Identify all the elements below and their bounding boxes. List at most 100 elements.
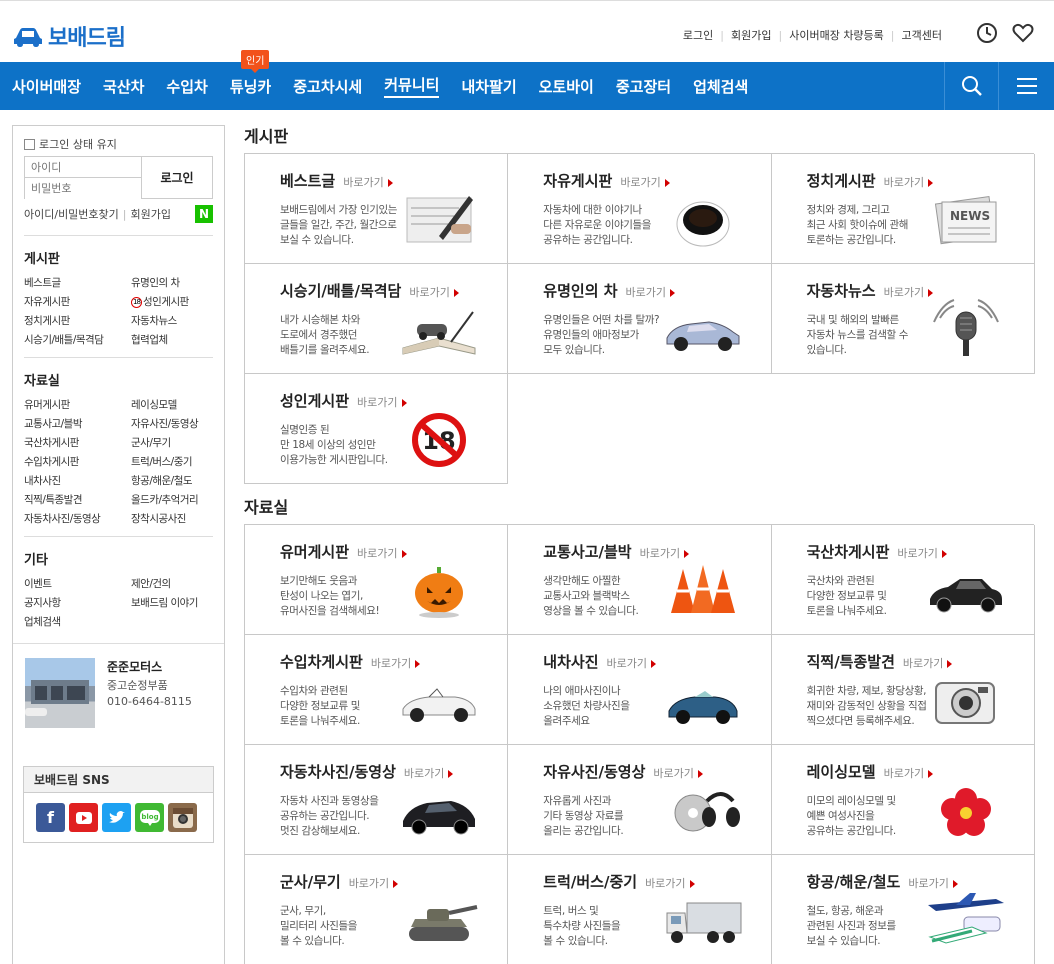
side-link[interactable]: 공지사항 (24, 595, 131, 610)
card-title[interactable]: 자동차뉴스 (807, 280, 876, 301)
data-card[interactable]: 자동차사진/동영상 바로가기 자동차 사진과 동영상을 공유하는 공간입니다. 멋진… (245, 745, 509, 855)
clock-icon[interactable] (976, 22, 998, 44)
side-link[interactable]: 보배드림 이야기 (131, 595, 211, 610)
find-account-link[interactable]: 아이디/비밀번호찾기 (24, 206, 119, 222)
data-card[interactable]: 유머게시판 바로가기 보기만해도 웃음과 탄성이 나오는 엽기, 유머사진을 검색해… (245, 525, 509, 635)
side-link[interactable]: 시승기/배틀/목격담 (24, 332, 131, 347)
card-title[interactable]: 교통사고/블박 (543, 541, 631, 562)
card-title[interactable]: 유머게시판 (280, 541, 349, 562)
side-link[interactable]: 내차사진 (24, 473, 131, 488)
card-title[interactable]: 직찍/특종발견 (807, 651, 895, 672)
keep-login-checkbox[interactable] (24, 138, 35, 150)
menu-button[interactable] (998, 62, 1054, 110)
data-card[interactable]: 항공/해운/철도 바로가기 철도, 항공, 해운과 관련된 사진과 정보를 보실 수… (772, 855, 1035, 964)
side-link[interactable]: 제안/건의 (131, 576, 211, 591)
side-link[interactable]: 군사/무기 (131, 435, 211, 450)
youtube-icon[interactable] (69, 803, 98, 832)
customer-center-link[interactable]: 고객센터 (902, 27, 942, 43)
side-link[interactable]: 협력업체 (131, 332, 211, 347)
board-card[interactable]: 자유게시판 바로가기 자동차에 대한 이야기나 다른 자유로운 이야기들을 공유하는… (508, 154, 772, 264)
board-card[interactable]: 베스트글 바로가기 보배드림에서 가장 인기있는 글들을 일간, 주간, 월간으로 … (245, 154, 509, 264)
card-title[interactable]: 레이싱모델 (807, 761, 876, 782)
shop-ad[interactable]: 준준모터스 중고순정부품 010-6464-8115 (13, 643, 224, 742)
logo[interactable]: 보배드림 (12, 20, 126, 52)
side-link[interactable]: 업체검색 (24, 614, 131, 629)
card-title[interactable]: 트럭/버스/중기 (543, 871, 637, 892)
card-title[interactable]: 유명인의 차 (543, 280, 617, 301)
search-button[interactable] (944, 62, 998, 110)
id-input[interactable] (25, 157, 141, 178)
go-link[interactable]: 바로가기 (343, 174, 392, 190)
side-link[interactable]: 수입차게시판 (24, 454, 131, 469)
data-card[interactable]: 수입차게시판 바로가기 수입차와 관련된 다양한 정보교류 및 토론을 나눠주세요. (245, 635, 509, 745)
nav-used-price[interactable]: 중고차시세 (293, 76, 362, 97)
side-link[interactable]: 자동차뉴스 (131, 313, 211, 328)
side-link[interactable]: 국산차게시판 (24, 435, 131, 450)
join-link[interactable]: 회원가입 (731, 27, 771, 43)
cyber-register-link[interactable]: 사이버매장 차량등록 (789, 27, 884, 43)
blog-icon[interactable]: blog (135, 803, 164, 832)
card-title[interactable]: 항공/해운/철도 (807, 871, 901, 892)
card-title[interactable]: 자동차사진/동영상 (280, 761, 396, 782)
password-input[interactable] (25, 178, 141, 199)
nav-motorbike[interactable]: 오토바이 (539, 76, 594, 97)
data-card[interactable]: 레이싱모델 바로가기 미모의 레이싱모델 및 예쁜 여성사진을 공유하는 공간입니다… (771, 745, 1035, 855)
twitter-icon[interactable] (102, 803, 131, 832)
card-title[interactable]: 내차사진 (543, 651, 598, 672)
keep-login[interactable]: 로그인 상태 유지 (24, 136, 213, 152)
card-title[interactable]: 자유게시판 (543, 170, 612, 191)
login-button[interactable]: 로그인 (142, 157, 212, 198)
data-card[interactable]: 교통사고/블박 바로가기 생각만해도 아찔한 교통사고와 블랙박스 영상을 볼 수 … (508, 525, 772, 635)
side-link[interactable]: 자유게시판 (24, 294, 131, 309)
data-card[interactable]: 직찍/특종발견 바로가기 희귀한 차량, 제보, 황당상황, 재미와 감동적인 상황… (771, 635, 1035, 745)
board-card[interactable]: 성인게시판 바로가기 실명인증 된 만 18세 이상의 성인만 이용가능한 게시판입… (245, 374, 509, 484)
go-link[interactable]: 바로가기 (349, 875, 398, 891)
card-title[interactable]: 성인게시판 (280, 390, 349, 411)
board-card[interactable]: 유명인의 차 바로가기 유명인들은 어떤 차를 탈까? 유명인들의 애마정보가 모두… (508, 264, 772, 374)
card-title[interactable]: 정치게시판 (807, 170, 876, 191)
board-card[interactable]: 시승기/배틀/목격담 바로가기 내가 시승해본 차와 도로에서 경주했던 배틀기를 … (245, 264, 509, 374)
go-link[interactable]: 바로가기 (607, 655, 656, 671)
side-link[interactable]: 교통사고/블박 (24, 416, 131, 431)
side-link[interactable]: 항공/해운/철도 (131, 473, 211, 488)
board-card[interactable]: 정치게시판 바로가기 정치와 경제, 그리고 최근 사회 핫이슈에 관해 토론하는 … (771, 154, 1035, 264)
nav-domestic[interactable]: 국산차 (103, 76, 144, 97)
nav-sell-car[interactable]: 내차팔기 (461, 76, 516, 97)
data-card[interactable]: 자유사진/동영상 바로가기 자유롭게 사진과 기타 동영상 자료를 올리는 공간입니… (508, 745, 772, 855)
side-link[interactable]: 이벤트 (24, 576, 131, 591)
nav-company-search[interactable]: 업체검색 (693, 76, 748, 97)
nav-import[interactable]: 수입차 (166, 76, 207, 97)
side-link[interactable]: 자유사진/동영상 (131, 416, 211, 431)
data-card[interactable]: 트럭/버스/중기 바로가기 트럭, 버스 및 특수차량 사진들을 볼 수 있습니다. (508, 855, 772, 964)
side-link[interactable]: 정치게시판 (24, 313, 131, 328)
data-card[interactable]: 국산차게시판 바로가기 국산차와 관련된 다양한 정보교류 및 토론을 나눠주세요. (771, 525, 1035, 635)
data-card[interactable]: 내차사진 바로가기 나의 애마사진이나 소유했던 차량사진을 올려주세요 (508, 635, 772, 745)
nav-market[interactable]: 중고장터 (616, 76, 671, 97)
side-link[interactable]: 유머게시판 (24, 397, 131, 412)
side-link[interactable]: 트럭/버스/중기 (131, 454, 211, 469)
data-card[interactable]: 군사/무기 바로가기 군사, 무기, 밀리터리 사진들을 볼 수 있습니다. (245, 855, 509, 964)
heart-icon[interactable] (1012, 22, 1034, 44)
card-title[interactable]: 베스트글 (280, 170, 335, 191)
nav-community[interactable]: 커뮤니티 (384, 74, 440, 98)
card-title[interactable]: 수입차게시판 (280, 651, 363, 672)
side-link[interactable]: 레이싱모델 (131, 397, 211, 412)
side-link[interactable]: 자동차사진/동영상 (24, 511, 131, 526)
join-link-side[interactable]: 회원가입 (131, 206, 171, 222)
board-card[interactable]: 자동차뉴스 바로가기 국내 및 해외의 발빠른 자동차 뉴스를 검색할 수 있습니다… (771, 264, 1035, 374)
naver-icon[interactable]: N (195, 205, 213, 223)
card-title[interactable]: 군사/무기 (280, 871, 341, 892)
card-title[interactable]: 국산차게시판 (807, 541, 890, 562)
nav-cyber-store[interactable]: 사이버매장 (12, 76, 81, 97)
instagram-icon[interactable] (168, 803, 197, 832)
side-link[interactable]: 베스트글 (24, 275, 131, 290)
side-link[interactable]: 장착시공사진 (131, 511, 211, 526)
card-title[interactable]: 시승기/배틀/목격담 (280, 280, 401, 301)
facebook-icon[interactable]: f (36, 803, 65, 832)
side-link[interactable]: 올드카/추억거리 (131, 492, 211, 507)
side-link[interactable]: 직찍/특종발견 (24, 492, 131, 507)
nav-tuning[interactable]: 튜닝카 (230, 76, 271, 97)
side-link-adult[interactable]: 18 성인게시판 (131, 294, 211, 309)
login-link[interactable]: 로그인 (683, 27, 713, 43)
side-link[interactable]: 유명인의 차 (131, 275, 211, 290)
